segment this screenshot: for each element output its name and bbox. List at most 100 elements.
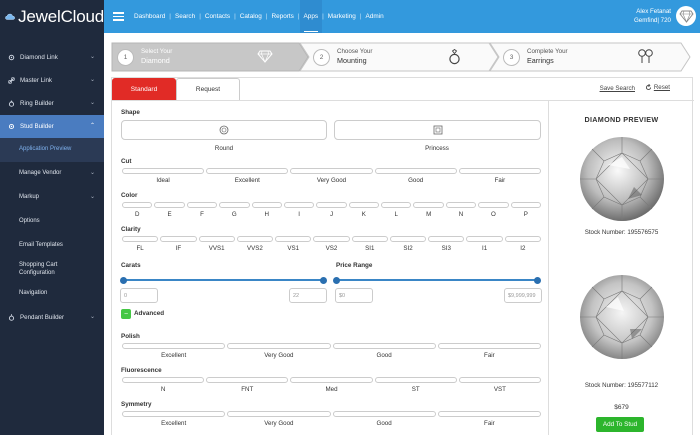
topnav-item-contacts[interactable]: Contacts bbox=[201, 0, 234, 33]
symmetry-option-toggle[interactable] bbox=[122, 411, 226, 417]
shape-princess-option[interactable] bbox=[334, 120, 541, 140]
topnav-item-admin[interactable]: Admin bbox=[362, 0, 388, 33]
hamburger-menu-icon[interactable] bbox=[113, 12, 124, 21]
color-option-toggle[interactable] bbox=[413, 202, 444, 208]
topnav-item-apps[interactable]: Apps bbox=[299, 0, 323, 33]
carat-max-input[interactable]: 22 bbox=[289, 288, 327, 303]
advanced-toggle-button[interactable]: − bbox=[121, 309, 131, 319]
cut-option-toggle[interactable] bbox=[458, 168, 541, 174]
step-choose-mounting[interactable]: 2 Choose Your Mounting bbox=[307, 42, 460, 72]
sidebar-subitem-shopping-cart-configuration[interactable]: Shopping Cart Configuration bbox=[0, 258, 80, 282]
sidebar-subitem-navigation[interactable]: Navigation bbox=[0, 282, 104, 306]
user-info[interactable]: Alex Fetanat Gemfind| 720 bbox=[634, 8, 671, 25]
sidebar-item-diamond-link[interactable]: Diamond Link ⌄ bbox=[0, 46, 104, 69]
fluorescence-option-toggle[interactable] bbox=[374, 377, 457, 383]
price-range-label: Price Range bbox=[336, 262, 373, 269]
color-option-toggle[interactable] bbox=[154, 202, 185, 208]
fluorescence-option-toggle[interactable] bbox=[290, 377, 373, 383]
sidebar-item-master-link[interactable]: Master Link ⌄ bbox=[0, 69, 104, 92]
polish-option-toggle[interactable] bbox=[437, 343, 541, 349]
sidebar-subitem-email-templates[interactable]: Email Templates bbox=[0, 234, 104, 258]
fluorescence-option-toggle[interactable] bbox=[458, 377, 541, 383]
fluorescence-option-label: FNT bbox=[241, 386, 254, 393]
clarity-option-toggle[interactable] bbox=[351, 236, 388, 242]
clarity-option-toggle[interactable] bbox=[389, 236, 427, 242]
clarity-option-toggle[interactable] bbox=[504, 236, 541, 242]
clarity-option-toggle[interactable] bbox=[236, 236, 274, 242]
color-option-toggle[interactable] bbox=[251, 202, 282, 208]
clarity-option-toggle[interactable] bbox=[466, 236, 503, 242]
color-option-toggle[interactable] bbox=[283, 202, 315, 208]
carat-max-handle[interactable] bbox=[320, 276, 327, 284]
symmetry-option-toggle[interactable] bbox=[332, 411, 436, 417]
clarity-option-label: VVS1 bbox=[208, 245, 225, 252]
step-select-diamond[interactable]: 1 Select Your Diamond bbox=[111, 42, 273, 72]
sidebar-subitem-manage-vendor[interactable]: Manage Vendor ⌄ bbox=[0, 162, 104, 186]
symmetry-option-toggle[interactable] bbox=[437, 411, 541, 417]
step-complete-earrings[interactable]: 3 Complete Your Earrings bbox=[497, 42, 653, 72]
topnav-item-marketing[interactable]: Marketing bbox=[324, 0, 360, 33]
polish-option-toggle[interactable] bbox=[227, 343, 331, 349]
polish-option-toggle[interactable] bbox=[332, 343, 436, 349]
diamond-image-2[interactable] bbox=[578, 273, 666, 361]
fluorescence-option-toggle[interactable] bbox=[206, 377, 289, 383]
color-option-toggle[interactable] bbox=[510, 202, 541, 208]
price-max-input[interactable]: $9,999,999 bbox=[504, 288, 542, 303]
color-option-toggle[interactable] bbox=[219, 202, 250, 208]
polish-option-toggle[interactable] bbox=[122, 343, 226, 349]
fluorescence-option-toggle[interactable] bbox=[122, 377, 205, 383]
cut-option-toggle[interactable] bbox=[122, 168, 205, 174]
brand-name: JewelCloud bbox=[18, 6, 104, 26]
save-search-link[interactable]: Save Search bbox=[600, 85, 635, 92]
sidebar-item-ring-builder[interactable]: Ring Builder ⌄ bbox=[0, 92, 104, 115]
topnav-item-dashboard[interactable]: Dashboard bbox=[130, 0, 169, 33]
clarity-option-toggle[interactable] bbox=[275, 236, 312, 242]
color-option-toggle[interactable] bbox=[478, 202, 509, 208]
cut-option-label: Good bbox=[408, 177, 424, 184]
diamond-image-1[interactable] bbox=[578, 135, 666, 223]
clarity-option-toggle[interactable] bbox=[428, 236, 465, 242]
carat-min-input[interactable]: 0 bbox=[120, 288, 158, 303]
price-min-input[interactable]: $0 bbox=[335, 288, 373, 303]
user-org: Gemfind| 720 bbox=[633, 16, 671, 24]
avatar[interactable] bbox=[676, 6, 696, 26]
shape-round-label: Round bbox=[214, 145, 234, 152]
add-to-stud-button[interactable]: Add To Stud bbox=[596, 417, 644, 432]
topnav-item-reports[interactable]: Reports bbox=[267, 0, 297, 33]
cut-option-toggle[interactable] bbox=[206, 168, 289, 174]
tab-standard[interactable]: Standard bbox=[112, 78, 176, 100]
price-slider-track[interactable] bbox=[337, 279, 538, 281]
clarity-option-toggle[interactable] bbox=[313, 236, 350, 242]
cut-option-toggle[interactable] bbox=[374, 168, 457, 174]
topnav-item-search[interactable]: Search bbox=[171, 0, 199, 33]
color-option-toggle[interactable] bbox=[381, 202, 412, 208]
tab-request[interactable]: Request bbox=[176, 78, 240, 100]
clarity-option-toggle[interactable] bbox=[198, 236, 235, 242]
carat-slider-track[interactable] bbox=[124, 279, 324, 281]
shape-round-option[interactable] bbox=[121, 120, 327, 140]
clarity-option-toggle[interactable] bbox=[122, 236, 159, 242]
clarity-option-toggle[interactable] bbox=[160, 236, 197, 242]
sidebar-subitem-options[interactable]: Options bbox=[0, 210, 104, 234]
symmetry-option-toggle[interactable] bbox=[227, 411, 331, 417]
color-option-toggle[interactable] bbox=[186, 202, 218, 208]
sidebar-subitem-markup[interactable]: Markup ⌄ bbox=[0, 186, 104, 210]
jewelcloud-logo[interactable]: JewelCloud bbox=[0, 0, 104, 33]
reset-button[interactable]: Reset bbox=[645, 84, 670, 91]
earrings-icon bbox=[638, 49, 653, 63]
fluorescence-option-label: N bbox=[160, 386, 166, 393]
cut-option-toggle[interactable] bbox=[290, 168, 373, 174]
sidebar-subitem-application-preview[interactable]: Application Preview bbox=[0, 138, 104, 162]
color-option-toggle[interactable] bbox=[348, 202, 380, 208]
color-option-toggle[interactable] bbox=[316, 202, 347, 208]
color-option-toggle[interactable] bbox=[122, 202, 153, 208]
price-max-handle[interactable] bbox=[534, 276, 541, 284]
carat-min-handle[interactable] bbox=[120, 276, 127, 284]
color-option-label: P bbox=[523, 211, 528, 218]
sidebar-item-pendant-builder[interactable]: Pendant Builder ⌄ bbox=[0, 306, 104, 329]
sidebar-item-stud-builder[interactable]: Stud Builder ⌃ bbox=[0, 115, 104, 138]
topnav-item-catalog[interactable]: Catalog bbox=[236, 0, 266, 33]
color-option-toggle[interactable] bbox=[445, 202, 477, 208]
price-min-handle[interactable] bbox=[333, 276, 340, 284]
fluorescence-option-label: ST bbox=[411, 386, 420, 393]
